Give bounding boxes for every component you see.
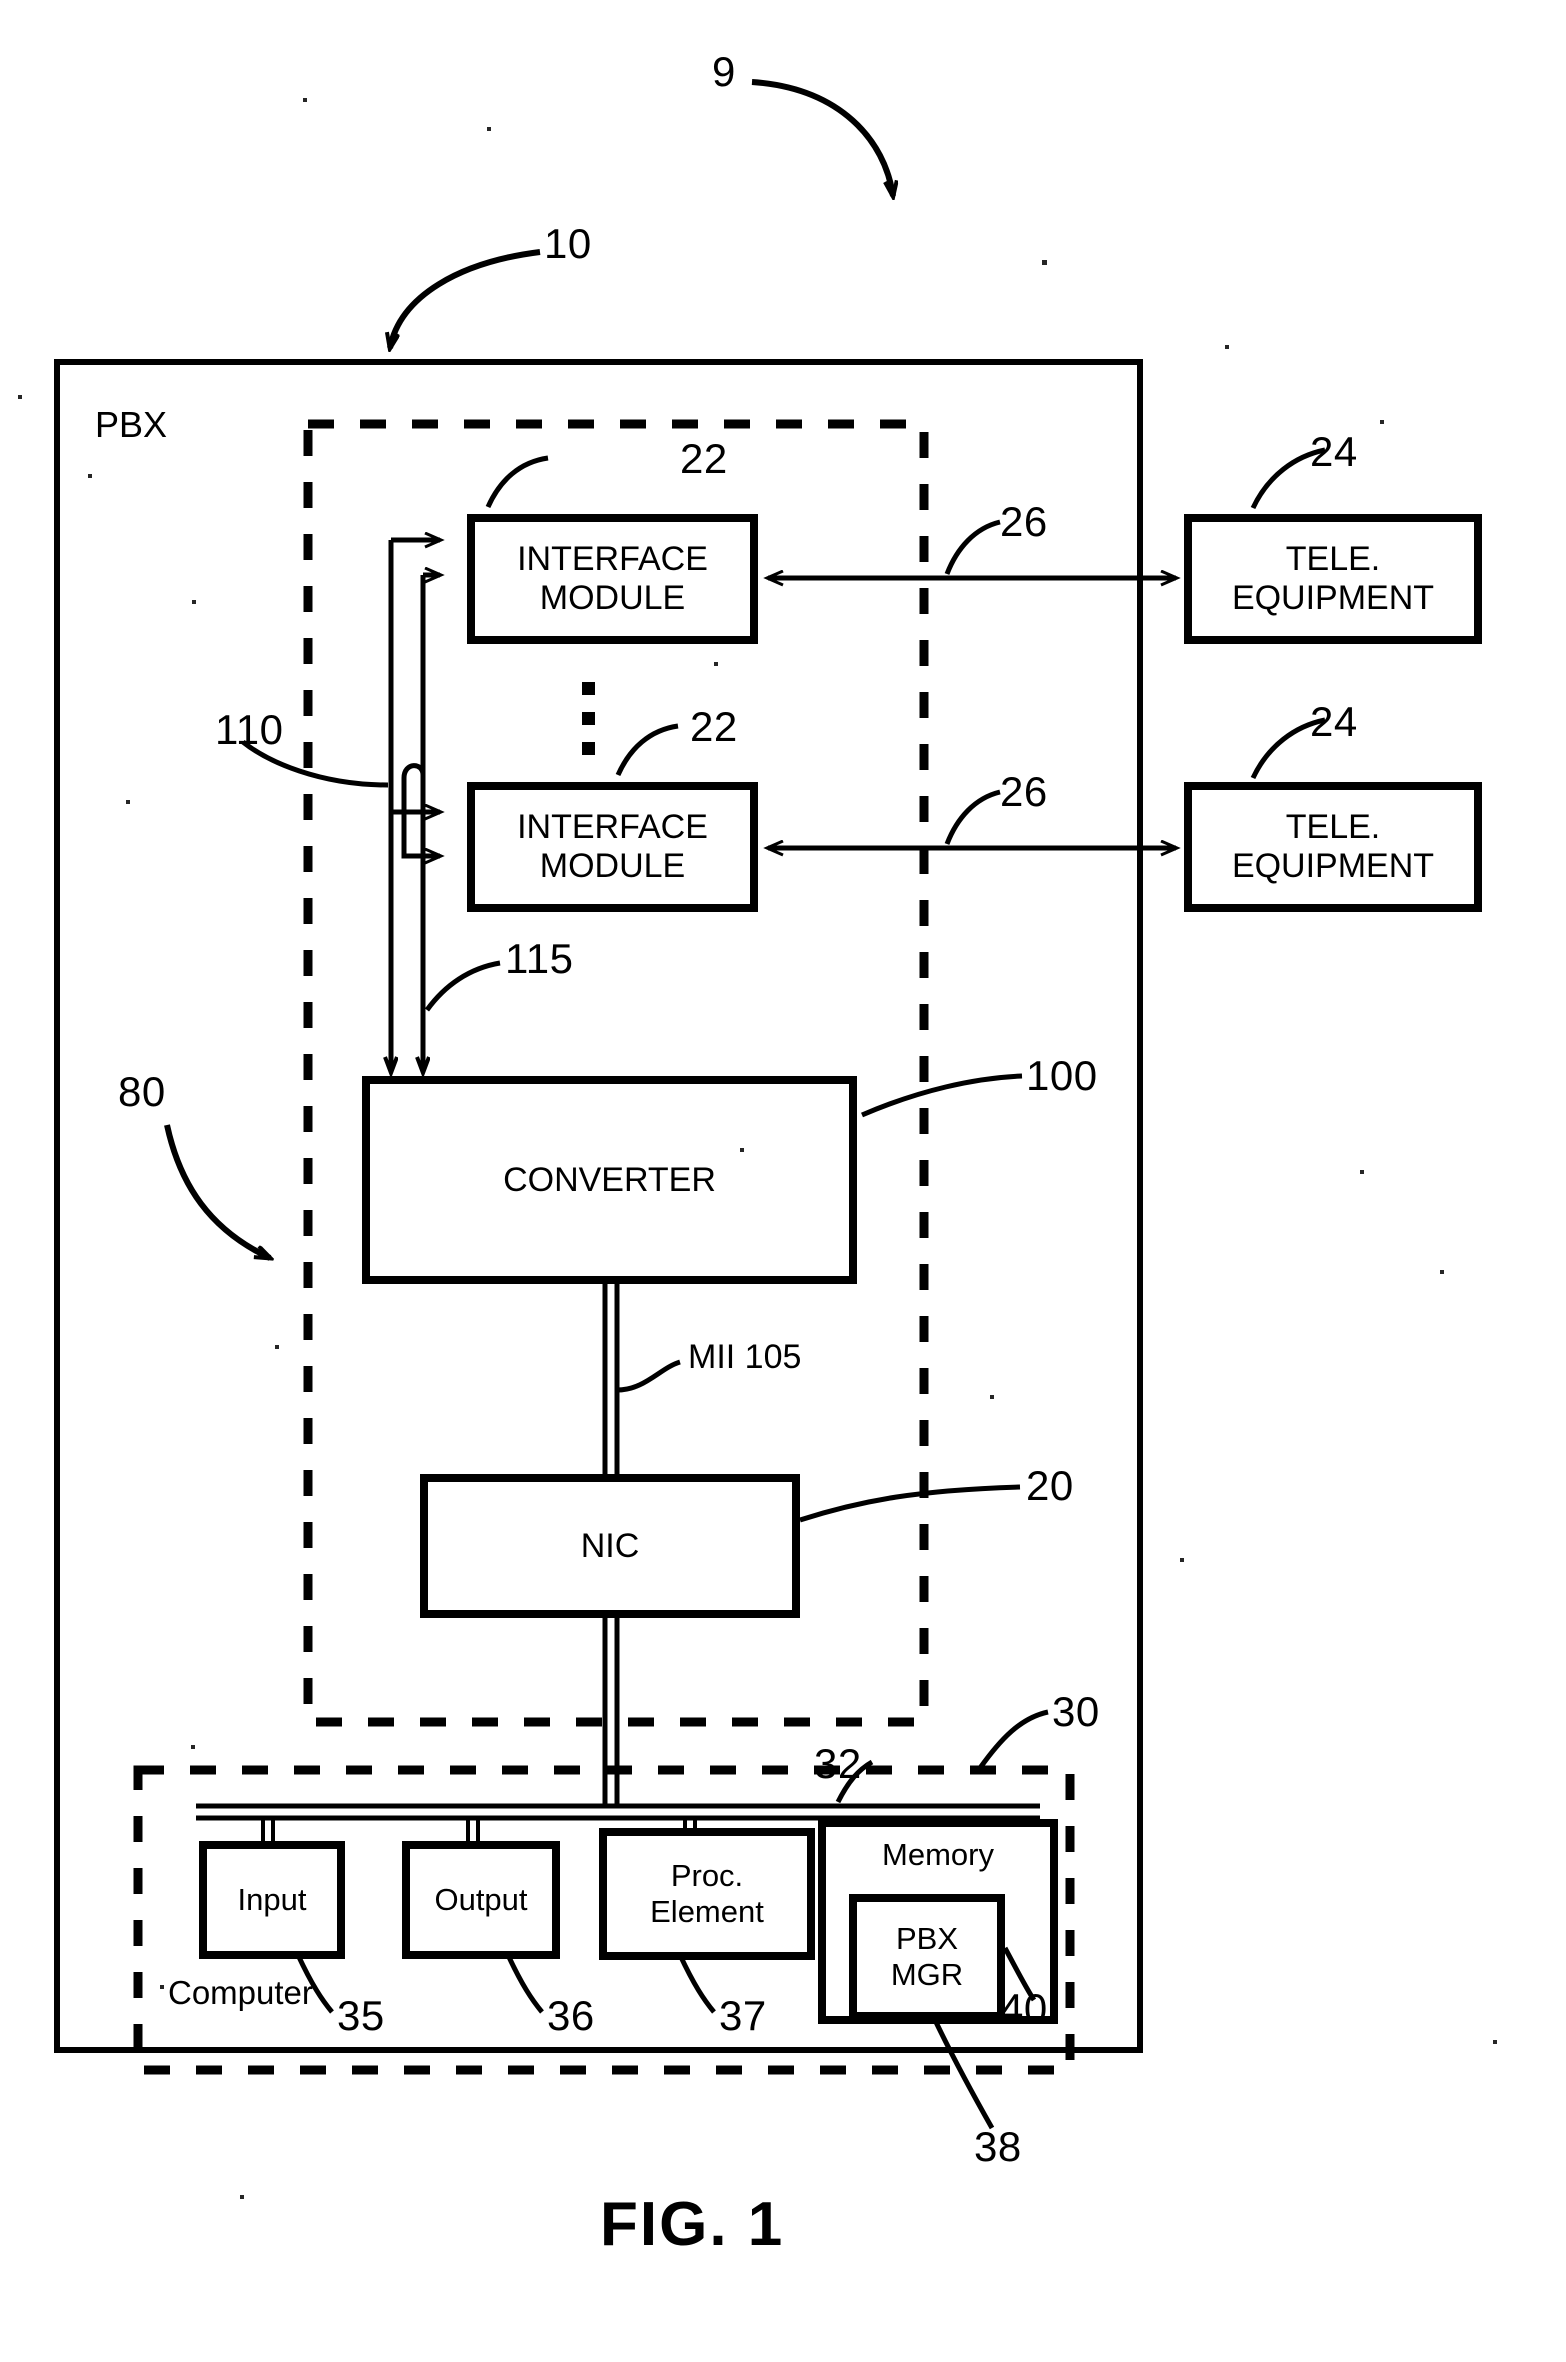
ref-30: 30 <box>1052 1688 1100 1735</box>
nic-label: NIC <box>424 1478 796 1614</box>
ref-110: 110 <box>215 706 284 753</box>
interface-module-bottom-label: INTERFACE MODULE <box>471 786 754 908</box>
leader-26-bottom <box>944 789 1001 845</box>
pbx-label: PBX <box>95 404 168 445</box>
mii-leader-line <box>616 1359 681 1393</box>
proc-element-label: Proc. Element <box>603 1832 811 1956</box>
ref-24-top: 24 <box>1310 428 1358 475</box>
figure-caption: FIG. 1 <box>600 2190 785 2259</box>
ref-37: 37 <box>719 1992 767 2039</box>
vertical-ellipsis-dots <box>582 682 595 755</box>
ref-80: 80 <box>118 1068 166 1115</box>
output-label: Output <box>406 1845 556 1955</box>
ref-20: 20 <box>1026 1462 1074 1509</box>
leader-115 <box>424 960 501 1012</box>
ref-22-bottom: 22 <box>690 703 738 750</box>
leader-20 <box>799 1484 1021 1523</box>
ref-10: 10 <box>544 220 592 267</box>
tele-equipment-bottom-label: TELE. EQUIPMENT <box>1188 786 1478 908</box>
leader-22-top <box>485 455 549 509</box>
computer-label: Computer <box>168 1974 313 2011</box>
ref-115: 115 <box>505 935 574 982</box>
converter-text: CONVERTER <box>503 1160 716 1199</box>
ref-32: 32 <box>814 1740 862 1787</box>
tele-equipment-bottom-text: TELE. EQUIPMENT <box>1231 808 1435 885</box>
ref-9: 9 <box>712 48 736 95</box>
leader-100 <box>861 1073 1023 1118</box>
figure-page: 9 10 PBX 22 22 24 24 26 26 110 115 100 2… <box>0 0 1566 2362</box>
nic-text: NIC <box>580 1526 640 1565</box>
pbx-mgr-text: PBX MGR <box>890 1921 964 1992</box>
pbx-mgr-label: PBX MGR <box>853 1898 1001 2016</box>
output-text: Output <box>434 1882 528 1917</box>
leader-arrow-9 <box>751 79 893 196</box>
bus-stub-output <box>466 1818 480 1845</box>
input-label: Input <box>203 1845 341 1955</box>
ref-38: 38 <box>974 2123 1022 2170</box>
converter-label: CONVERTER <box>366 1080 853 1280</box>
interface-module-bottom-text: INTERFACE MODULE <box>517 808 708 885</box>
interface-module-top-label: INTERFACE MODULE <box>471 518 754 640</box>
tele-equipment-top-text: TELE. EQUIPMENT <box>1231 540 1435 617</box>
leader-37 <box>677 1953 716 2014</box>
leader-30 <box>977 1709 1049 1770</box>
ref-22-top: 22 <box>680 435 728 482</box>
ref-24-bottom: 24 <box>1310 698 1358 745</box>
ref-mii-105: MII 105 <box>688 1338 802 1376</box>
mii-link-105 <box>602 1280 620 1478</box>
bus-stub-input <box>261 1818 275 1845</box>
proc-element-text: Proc. Element <box>650 1858 764 1929</box>
ref-36: 36 <box>547 1992 595 2039</box>
leader-arrow-80 <box>164 1124 270 1258</box>
ref-26-top: 26 <box>1000 498 1048 545</box>
memory-label: Memory <box>882 1837 994 1872</box>
nic-to-bus-link <box>602 1614 620 1806</box>
ref-100: 100 <box>1026 1052 1098 1099</box>
interface-module-top-text: INTERFACE MODULE <box>517 540 708 617</box>
ref-26-bottom: 26 <box>1000 768 1048 815</box>
leader-36 <box>505 1953 544 2014</box>
input-text: Input <box>237 1882 307 1917</box>
ref-40: 40 <box>1000 1985 1048 2032</box>
leader-arrow-10 <box>390 249 541 348</box>
leader-22-bottom <box>615 723 679 777</box>
ref-35: 35 <box>337 1992 385 2039</box>
tele-equipment-top-label: TELE. EQUIPMENT <box>1188 518 1478 640</box>
leader-26-top <box>944 519 1001 575</box>
